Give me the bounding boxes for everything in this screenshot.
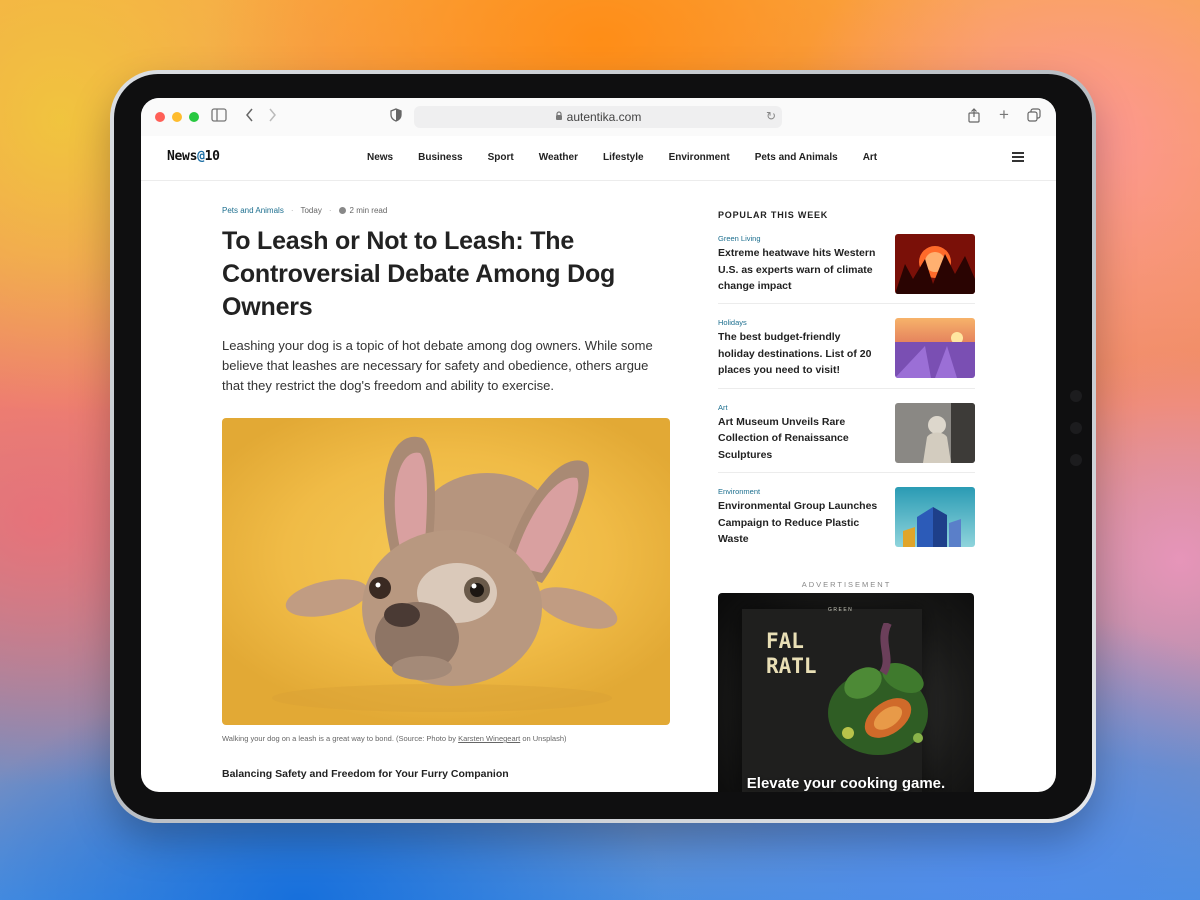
address-bar[interactable]: autentika.com ↻ <box>414 106 782 128</box>
advertisement-label: ADVERTISEMENT <box>801 579 892 589</box>
sidebar: POPULAR THIS WEEK Green Living Extreme h… <box>718 210 975 792</box>
popular-item-headline[interactable]: Art Museum Unveils Rare Collection of Re… <box>718 414 878 464</box>
browser-toolbar: autentika.com ↻ + <box>141 98 1056 136</box>
browser-screen: autentika.com ↻ + News@10 News Business … <box>141 98 1056 792</box>
read-time: 2 min read <box>349 206 388 215</box>
article-meta: Pets and Animals · Today · 2 min read <box>222 206 672 215</box>
popular-item[interactable]: Green Living Extreme heatwave hits Weste… <box>718 234 975 304</box>
popular-item-headline[interactable]: Environmental Group Launches Campaign to… <box>718 498 878 548</box>
popular-item-headline[interactable]: Extreme heatwave hits Western U.S. as ex… <box>718 245 878 295</box>
ad-cta-text[interactable]: Elevate your cooking game. <box>718 775 974 792</box>
share-icon[interactable] <box>968 108 980 127</box>
popular-item-text: Green Living Extreme heatwave hits Weste… <box>718 234 878 303</box>
thumbnail-lavender-field[interactable] <box>895 318 975 378</box>
popular-list: Green Living Extreme heatwave hits Weste… <box>718 234 975 558</box>
sensor-dot <box>1070 422 1082 434</box>
thumbnail-buildings[interactable] <box>895 487 975 547</box>
popular-item-category[interactable]: Art <box>718 403 878 412</box>
article: Pets and Animals · Today · 2 min read To… <box>222 206 672 780</box>
logo-number: 10 <box>204 149 220 164</box>
forward-icon[interactable] <box>268 108 277 126</box>
popular-item-text: Holidays The best budget-friendly holida… <box>718 318 878 388</box>
popular-item-text: Art Art Museum Unveils Rare Collection o… <box>718 403 878 473</box>
clock-icon <box>338 207 346 214</box>
image-caption: Walking your dog on a leash is a great w… <box>222 734 672 743</box>
article-headline: To Leash or Not to Leash: The Controvers… <box>222 227 616 321</box>
nav-link-business[interactable]: Business <box>418 152 462 163</box>
ad-title: FAL RATL <box>766 629 817 679</box>
nav-link-art[interactable]: Art <box>863 152 877 163</box>
back-icon[interactable] <box>245 108 254 126</box>
privacy-shield-icon[interactable] <box>390 108 402 126</box>
photo-credit-link[interactable]: Karsten Winegeart <box>458 734 520 743</box>
nav-link-news[interactable]: News <box>367 152 393 163</box>
popular-item-text: Environment Environmental Group Launches… <box>718 487 878 558</box>
caption-text: Walking your dog on a leash is a great w… <box>222 734 459 743</box>
article-lead: Leashing your dog is a topic of hot deba… <box>222 338 653 393</box>
url-text: autentika.com <box>566 110 642 124</box>
zoom-window-button[interactable] <box>189 112 199 122</box>
popular-item-category[interactable]: Holidays <box>718 318 878 327</box>
popular-item[interactable]: Art Art Museum Unveils Rare Collection o… <box>718 389 975 473</box>
popular-item[interactable]: Holidays The best budget-friendly holida… <box>718 304 975 389</box>
thumbnail-sculpture[interactable] <box>895 402 975 463</box>
logo-at: @ <box>197 149 205 164</box>
thumbnail-heatwave[interactable] <box>895 234 975 294</box>
nav-link-lifestyle[interactable]: Lifestyle <box>603 152 644 163</box>
sidebar-toggle-icon[interactable] <box>211 108 227 126</box>
lock-icon <box>555 111 563 123</box>
site-logo[interactable]: News@10 <box>167 149 220 164</box>
caption-text-end: on Unsplash) <box>520 734 567 743</box>
menu-icon[interactable] <box>1012 152 1024 164</box>
popular-item[interactable]: Environment Environmental Group Launches… <box>718 473 975 558</box>
article-category[interactable]: Pets and Animals <box>222 206 284 215</box>
ad-title-line1: FAL <box>766 628 804 653</box>
sensor-dot <box>1070 454 1082 466</box>
nav-link-sport[interactable]: Sport <box>488 152 514 163</box>
popular-item-category[interactable]: Environment <box>718 487 878 496</box>
article-date: Today <box>300 206 322 215</box>
window-controls <box>155 112 199 122</box>
meta-separator: · <box>290 206 294 215</box>
nav-link-environment[interactable]: Environment <box>669 152 730 163</box>
sensor-dot <box>1070 390 1082 402</box>
popular-title: POPULAR THIS WEEK <box>718 210 829 220</box>
reload-icon[interactable]: ↻ <box>766 109 776 123</box>
nav-link-weather[interactable]: Weather <box>539 152 578 163</box>
meta-separator: · <box>328 206 332 215</box>
close-window-button[interactable] <box>155 112 165 122</box>
popular-item-headline[interactable]: The best budget-friendly holiday destina… <box>718 329 878 379</box>
advertisement-banner[interactable]: GREEN FAL RATL Elevate your cooking game… <box>718 592 974 792</box>
ad-small-text: GREEN <box>828 606 854 613</box>
camera-sensors <box>1070 390 1084 486</box>
hero-image-dog <box>222 418 670 725</box>
article-subheading: Balancing Safety and Freedom for Your Fu… <box>222 768 509 780</box>
logo-text: News <box>167 149 198 164</box>
popular-item-category[interactable]: Green Living <box>718 234 878 243</box>
nav-link-pets-and-animals[interactable]: Pets and Animals <box>755 152 838 163</box>
ad-food-illustration <box>828 622 928 755</box>
main-navigation: News Business Sport Weather Lifestyle En… <box>367 152 902 163</box>
tabs-overview-icon[interactable] <box>1027 108 1041 126</box>
new-tab-icon[interactable]: + <box>999 106 1009 124</box>
site-header: News@10 News Business Sport Weather Life… <box>141 136 1056 181</box>
minimize-window-button[interactable] <box>172 112 182 122</box>
ad-title-line2: RATL <box>766 653 817 678</box>
